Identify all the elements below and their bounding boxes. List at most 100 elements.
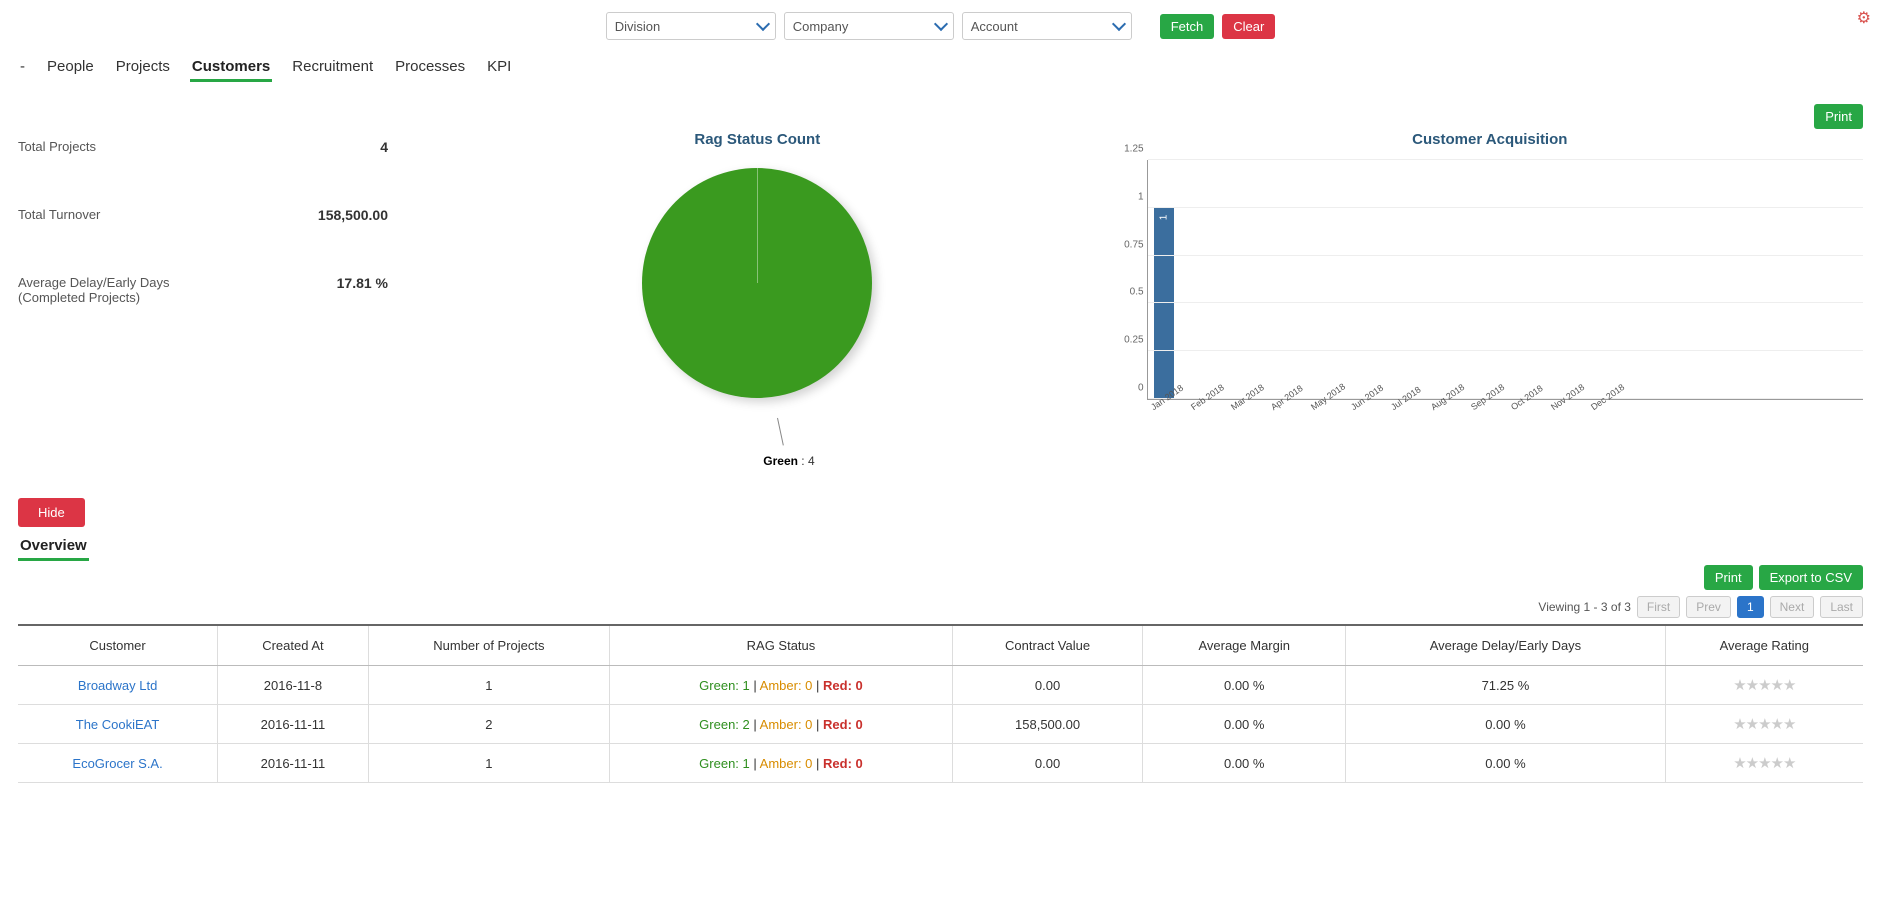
table-header: Customer <box>18 625 218 666</box>
table-cell: 2016-11-8 <box>218 666 369 705</box>
tab-processes[interactable]: Processes <box>393 54 467 82</box>
table-cell: 71.25 % <box>1346 666 1665 705</box>
table-header: Average Margin <box>1143 625 1346 666</box>
clear-button[interactable]: Clear <box>1222 14 1275 39</box>
table-header: Average Delay/Early Days <box>1346 625 1665 666</box>
pager-last[interactable]: Last <box>1820 596 1863 618</box>
pie-leader-line <box>777 418 784 446</box>
stat-label: Total Turnover <box>18 207 100 222</box>
customers-table: CustomerCreated AtNumber of ProjectsRAG … <box>18 624 1863 783</box>
bar-chart-panel: Customer Acquisition Number of Customers… <box>1117 131 1863 468</box>
y-tick: 0.75 <box>1120 239 1144 250</box>
rag-red: Red: 0 <box>823 756 863 771</box>
table-cell: 0.00 % <box>1143 666 1346 705</box>
tab-projects[interactable]: Projects <box>114 54 172 82</box>
print-button[interactable]: Print <box>1814 104 1863 129</box>
y-tick: 1 <box>1120 191 1144 202</box>
customer-link[interactable]: EcoGrocer S.A. <box>72 756 162 771</box>
rag-amber: Amber: 0 <box>760 678 813 693</box>
pager-next[interactable]: Next <box>1770 596 1815 618</box>
stat-total-turnover: Total Turnover 158,500.00 <box>18 207 398 223</box>
table-row: Broadway Ltd 2016-11-81Green: 1 | Amber: … <box>18 666 1863 705</box>
pager-prev[interactable]: Prev <box>1686 596 1731 618</box>
export-csv-button[interactable]: Export to CSV <box>1759 565 1863 590</box>
settings-icon[interactable]: ⚙ <box>1857 8 1871 28</box>
stat-value: 158,500.00 <box>318 207 398 223</box>
bar-value-label: 1 <box>1158 215 1169 221</box>
bar-x-ticks: Jan 2018Feb 2018Mar 2018Apr 2018May 2018… <box>1147 400 1863 414</box>
filter-bar: Division Company Account Fetch Clear ⚙ <box>14 8 1867 54</box>
tab-people[interactable]: People <box>45 54 96 82</box>
rag-red: Red: 0 <box>823 717 863 732</box>
grid-line <box>1148 398 1863 399</box>
bar-plot-area: 1 00.250.50.7511.25 <box>1147 160 1863 400</box>
rag-amber: Amber: 0 <box>760 756 813 771</box>
grid-line <box>1148 350 1863 351</box>
stat-value: 4 <box>380 139 398 155</box>
table-cell: 0.00 % <box>1143 705 1346 744</box>
table-print-button[interactable]: Print <box>1704 565 1753 590</box>
table-cell: 2016-11-11 <box>218 744 369 783</box>
table-cell: 2016-11-11 <box>218 705 369 744</box>
grid-line <box>1148 255 1863 256</box>
y-tick: 0.5 <box>1120 287 1144 298</box>
table-row: The CookiEAT 2016-11-112Green: 2 | Amber:… <box>18 705 1863 744</box>
table-row: EcoGrocer S.A.2016-11-111Green: 1 | Ambe… <box>18 744 1863 783</box>
table-cell: Green: 2 | Amber: 0 | Red: 0 <box>610 705 953 744</box>
table-cell: The CookiEAT <box>18 705 218 744</box>
pager-status: Viewing 1 - 3 of 3 <box>1538 600 1631 614</box>
pager-first[interactable]: First <box>1637 596 1680 618</box>
stat-avg-delay: Average Delay/Early Days (Completed Proj… <box>18 275 398 305</box>
table-header: Created At <box>218 625 369 666</box>
table-cell: 0.00 <box>952 666 1142 705</box>
pie-legend-value: 4 <box>808 454 815 468</box>
division-select[interactable]: Division <box>606 12 776 40</box>
table-cell: 0.00 % <box>1143 744 1346 783</box>
table-cell: 158,500.00 <box>952 705 1142 744</box>
tab-recruitment[interactable]: Recruitment <box>290 54 375 82</box>
table-header: Number of Projects <box>368 625 609 666</box>
grid-line <box>1148 159 1863 160</box>
table-cell: Green: 1 | Amber: 0 | Red: 0 <box>610 666 953 705</box>
y-tick: 0.25 <box>1120 335 1144 346</box>
table-cell: 1 <box>368 666 609 705</box>
pager-page-1[interactable]: 1 <box>1737 596 1764 618</box>
tab-customers[interactable]: Customers <box>190 54 272 82</box>
grid-line <box>1148 207 1863 208</box>
hide-button[interactable]: Hide <box>18 498 85 527</box>
dashboard: Total Projects 4 Total Turnover 158,500.… <box>14 131 1867 468</box>
pie-chart-panel: Rag Status Count Green : 4 <box>418 131 1097 468</box>
main-tabs: -People Projects Customers Recruitment Proce… <box>14 54 1867 88</box>
tab-kpi[interactable]: KPI <box>485 54 513 82</box>
stat-value: 17.81 % <box>337 275 398 291</box>
customer-link[interactable]: Broadway Ltd <box>78 678 158 693</box>
rag-amber: Amber: 0 <box>760 717 813 732</box>
stat-total-projects: Total Projects 4 <box>18 139 398 155</box>
y-tick: 1.25 <box>1120 144 1144 155</box>
customer-link[interactable]: The CookiEAT <box>76 717 160 732</box>
rag-green: Green: 1 <box>699 678 750 693</box>
table-cell: ★★★★★ <box>1665 744 1863 783</box>
pie-legend-sep: : <box>798 454 808 468</box>
account-select[interactable]: Account <box>962 12 1132 40</box>
table-cell: 0.00 <box>952 744 1142 783</box>
rating-stars: ★★★★★ <box>1733 755 1795 772</box>
bar-jan-2018: 1 <box>1154 208 1174 399</box>
fetch-button[interactable]: Fetch <box>1160 14 1215 39</box>
stat-label: Average Delay/Early Days (Completed Proj… <box>18 275 218 305</box>
tab--[interactable]: - <box>18 54 27 82</box>
pie-legend: Green : 4 <box>763 454 814 468</box>
subtab-overview[interactable]: Overview <box>18 533 89 561</box>
table-cell: Broadway Ltd <box>18 666 218 705</box>
rag-green: Green: 2 <box>699 717 750 732</box>
table-cell: 2 <box>368 705 609 744</box>
rag-red: Red: 0 <box>823 678 863 693</box>
table-cell: 0.00 % <box>1346 705 1665 744</box>
bar-chart-title: Customer Acquisition <box>1117 131 1863 148</box>
table-header: RAG Status <box>610 625 953 666</box>
table-header: Average Rating <box>1665 625 1863 666</box>
y-tick: 0 <box>1120 383 1144 394</box>
table-cell: ★★★★★ <box>1665 666 1863 705</box>
company-select[interactable]: Company <box>784 12 954 40</box>
table-cell: 1 <box>368 744 609 783</box>
